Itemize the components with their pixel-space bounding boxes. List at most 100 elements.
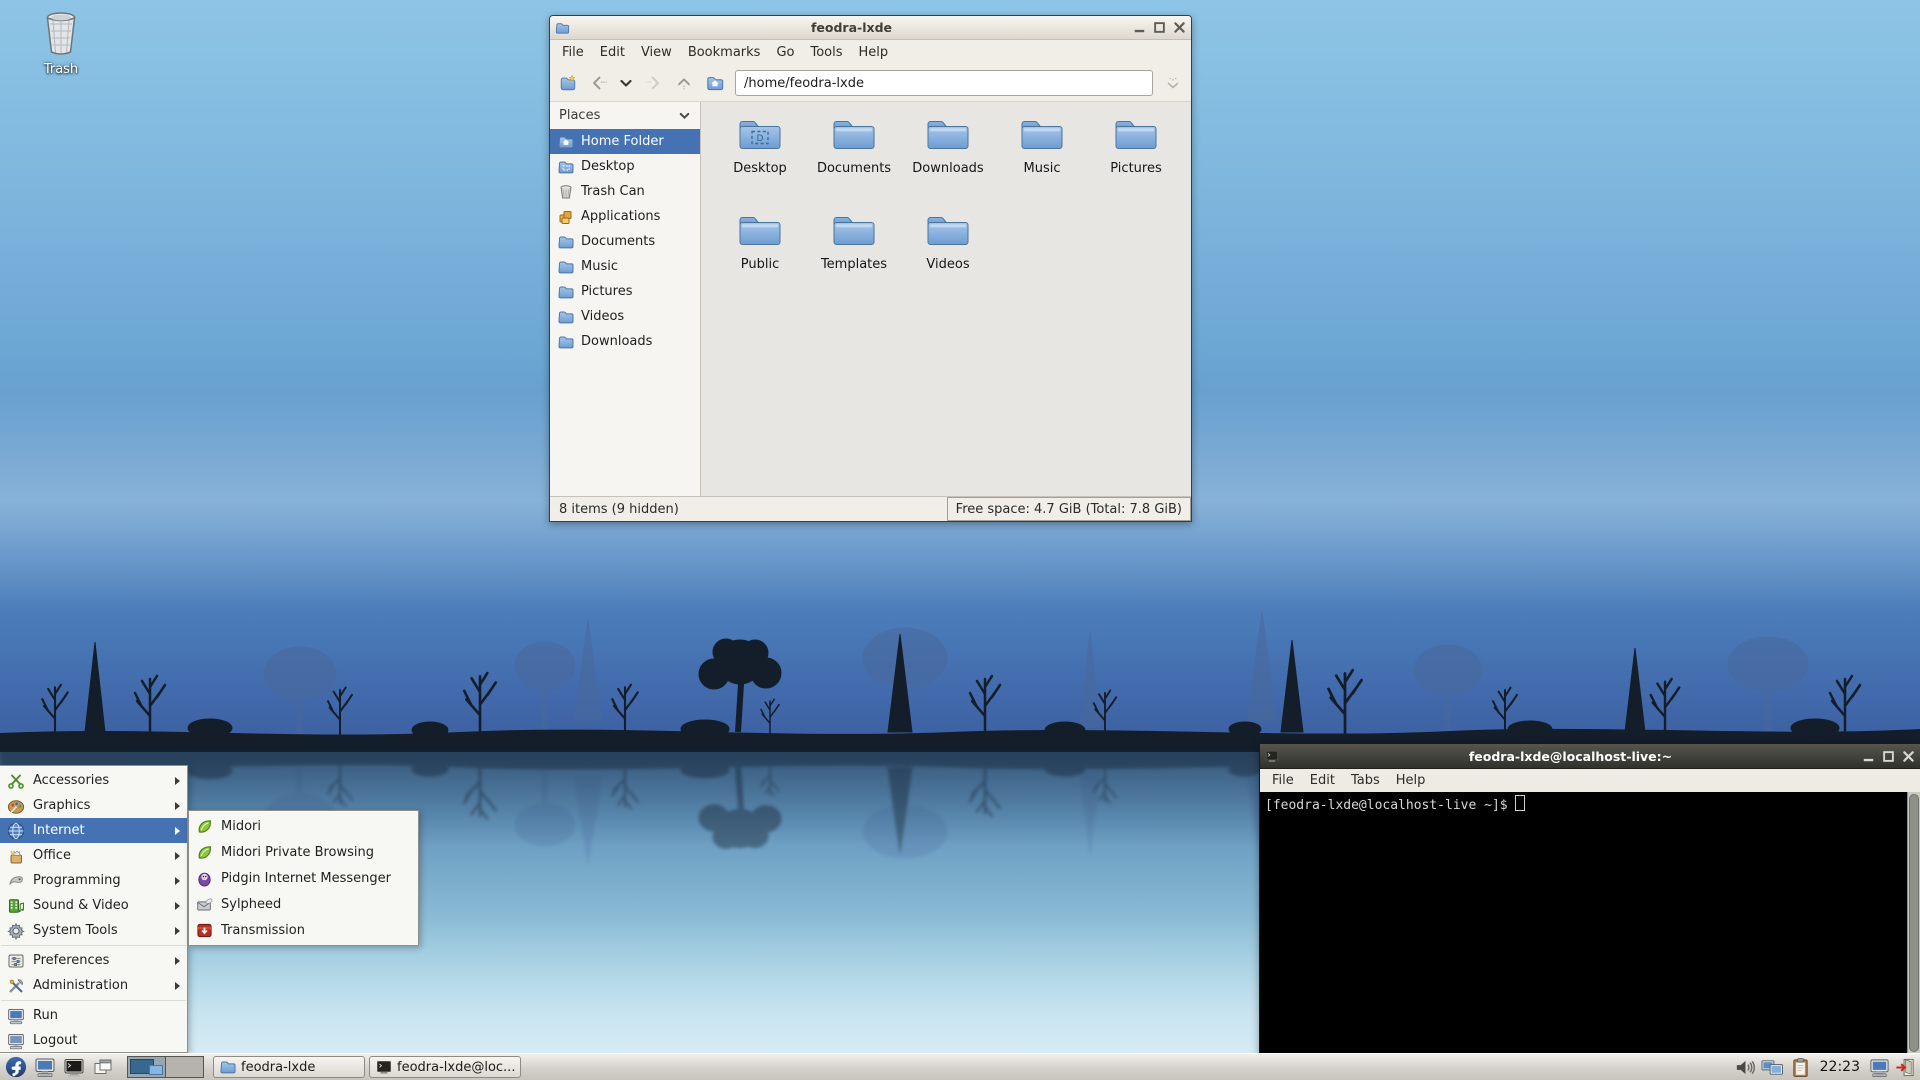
task-button-feodra-lxde-loc[interactable]: feodra-lxde@loc... <box>369 1056 521 1078</box>
menu-item-programming[interactable]: Programming <box>0 868 187 893</box>
fm-icon-view[interactable]: D Desktop Documents Downloads Music Pictures P… <box>701 102 1191 496</box>
mini-window <box>149 1065 163 1075</box>
sidebar-item-pictures[interactable]: Pictures <box>550 279 700 304</box>
trash-small-icon <box>558 184 574 200</box>
menu-item-logout[interactable]: Logout <box>0 1028 187 1053</box>
folder-templates[interactable]: Templates <box>807 212 901 308</box>
terminal-titlebar[interactable]: feodra-lxde@localhost-live:~ <box>1260 744 1920 769</box>
terminal-launcher[interactable] <box>61 1055 87 1080</box>
menu-item-sound-video[interactable]: Sound & Video <box>0 893 187 918</box>
submenu-item-midori-private-browsing[interactable]: Midori Private Browsing <box>189 839 418 865</box>
folder-label: Public <box>740 257 780 272</box>
place-label: Videos <box>581 309 625 324</box>
maximize-icon[interactable] <box>1882 750 1895 763</box>
scrollbar-thumb[interactable] <box>1909 794 1919 1052</box>
history-dropdown-icon[interactable] <box>619 73 633 93</box>
folder-label: Downloads <box>912 161 984 176</box>
terminal-output[interactable]: [feodra-lxde@localhost-live ~]$ <box>1260 792 1907 1054</box>
sidebar-item-downloads[interactable]: Downloads <box>550 329 700 354</box>
logout-icon[interactable] <box>1895 1057 1916 1078</box>
file-manager-launcher[interactable] <box>32 1055 58 1080</box>
sidebar-item-trash-can[interactable]: Trash Can <box>550 179 700 204</box>
graphics-icon <box>7 797 25 815</box>
fm-menu-help[interactable]: Help <box>851 42 897 63</box>
iconify-all-button[interactable] <box>90 1055 116 1080</box>
run-icon <box>7 1007 25 1025</box>
menu-item-administration[interactable]: Administration <box>0 973 187 998</box>
terminal-menu-tabs[interactable]: Tabs <box>1343 770 1388 791</box>
home-folder-icon <box>558 134 574 150</box>
up-button[interactable] <box>673 73 695 93</box>
folder-documents[interactable]: Documents <box>807 116 901 212</box>
submenu-arrow-icon <box>175 851 180 860</box>
clipboard-icon[interactable] <box>1790 1057 1811 1078</box>
menu-item-office[interactable]: Office <box>0 843 187 868</box>
fm-menu-bookmarks[interactable]: Bookmarks <box>680 42 769 63</box>
folder-small-icon <box>558 259 574 275</box>
terminal-icon <box>1265 749 1279 763</box>
new-tab-button[interactable] <box>557 73 579 93</box>
clock[interactable]: 22:23 <box>1816 1059 1864 1075</box>
home-button[interactable] <box>704 73 726 93</box>
terminal-menu-file[interactable]: File <box>1264 770 1302 791</box>
workspace-2[interactable] <box>166 1057 203 1077</box>
sidebar-item-desktop[interactable]: Desktop <box>550 154 700 179</box>
fm-menu-tools[interactable]: Tools <box>802 42 850 63</box>
menu-item-preferences[interactable]: Preferences <box>0 948 187 973</box>
fm-menu-file[interactable]: File <box>554 42 592 63</box>
trash-label: Trash <box>43 62 79 77</box>
close-icon[interactable] <box>1902 750 1915 763</box>
menu-button[interactable] <box>3 1055 29 1080</box>
fm-menu-view[interactable]: View <box>633 42 680 63</box>
workspace-pager[interactable] <box>127 1056 204 1078</box>
sidebar-item-videos[interactable]: Videos <box>550 304 700 329</box>
application-menu: Accessories Graphics Internet Office Program… <box>0 765 188 1053</box>
folder-downloads[interactable]: Downloads <box>901 116 995 212</box>
submenu-item-pidgin-internet-messenger[interactable]: Pidgin Internet Messenger <box>189 865 418 891</box>
fm-titlebar[interactable]: feodra-lxde <box>550 16 1191 40</box>
folder-public[interactable]: Public <box>713 212 807 308</box>
folder-small-icon <box>558 309 574 325</box>
task-button-feodra-lxde[interactable]: feodra-lxde <box>213 1056 365 1078</box>
terminal-menu-edit[interactable]: Edit <box>1302 770 1343 791</box>
forward-button[interactable] <box>642 73 664 93</box>
back-button[interactable] <box>588 73 610 93</box>
screensaver-icon[interactable] <box>1869 1057 1890 1078</box>
folder-desktop[interactable]: D Desktop <box>713 116 807 212</box>
folder-small-icon <box>558 284 574 300</box>
submenu-arrow-icon <box>175 956 180 965</box>
path-input[interactable] <box>735 70 1153 96</box>
maximize-icon[interactable] <box>1153 21 1166 34</box>
fm-menu-go[interactable]: Go <box>768 42 802 63</box>
folder-music[interactable]: Music <box>995 116 1089 212</box>
terminal-scrollbar[interactable] <box>1907 792 1920 1054</box>
submenu-arrow-icon <box>175 826 180 835</box>
menu-item-internet[interactable]: Internet <box>0 818 187 843</box>
close-icon[interactable] <box>1173 21 1186 34</box>
minimize-icon[interactable] <box>1862 750 1875 763</box>
folder-pictures[interactable]: Pictures <box>1089 116 1183 212</box>
menu-item-run[interactable]: Run <box>0 1003 187 1028</box>
sidebar-item-home-folder[interactable]: Home Folder <box>550 129 700 154</box>
menu-item-label: Preferences <box>33 953 110 968</box>
terminal-menu-help[interactable]: Help <box>1388 770 1434 791</box>
network-icon[interactable] <box>1760 1057 1785 1078</box>
sidebar-item-applications[interactable]: Applications <box>550 204 700 229</box>
sidebar-item-music[interactable]: Music <box>550 254 700 279</box>
menu-item-graphics[interactable]: Graphics <box>0 793 187 818</box>
submenu-item-midori[interactable]: Midori <box>189 813 418 839</box>
jump-to-icon[interactable] <box>1162 73 1184 93</box>
workspace-1[interactable] <box>128 1057 166 1077</box>
menu-item-accessories[interactable]: Accessories <box>0 768 187 793</box>
folder-videos[interactable]: Videos <box>901 212 995 308</box>
menu-item-system-tools[interactable]: System Tools <box>0 918 187 943</box>
submenu-item-transmission[interactable]: Transmission <box>189 917 418 943</box>
desktop-icon-trash[interactable]: Trash <box>26 10 96 77</box>
volume-icon[interactable] <box>1734 1057 1755 1078</box>
chevron-down-icon <box>678 109 691 122</box>
submenu-item-sylpheed[interactable]: Sylpheed <box>189 891 418 917</box>
minimize-icon[interactable] <box>1133 21 1146 34</box>
places-header[interactable]: Places <box>550 102 700 129</box>
sidebar-item-documents[interactable]: Documents <box>550 229 700 254</box>
fm-menu-edit[interactable]: Edit <box>592 42 633 63</box>
